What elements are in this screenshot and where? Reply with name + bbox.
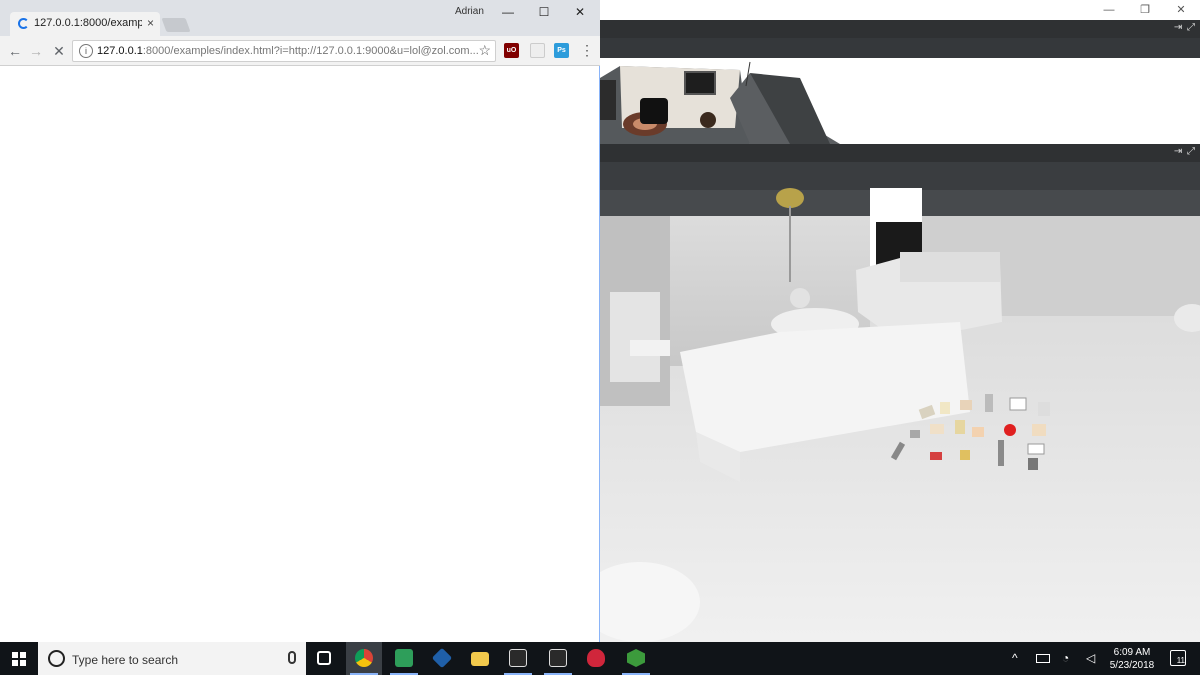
terminal-icon bbox=[549, 649, 567, 667]
tab-title: 127.0.0.1:8000/examples bbox=[34, 17, 142, 29]
top-viewport[interactable] bbox=[600, 58, 1200, 144]
volume-icon[interactable]: ◁ bbox=[1086, 651, 1095, 665]
robot-app-icon bbox=[395, 649, 413, 667]
panel-dock-icons[interactable]: ⇥ ⤢ bbox=[1174, 22, 1196, 33]
chrome-window: 127.0.0.1:8000/examples × Adrian — ☐ ✕ ←… bbox=[0, 0, 600, 642]
search-placeholder: Type here to search bbox=[72, 653, 179, 667]
taskbar: Type here to search ^ ◔ ◁ 6:09 AM 5/23/2… bbox=[0, 642, 1200, 675]
loading-spinner-icon bbox=[18, 18, 29, 29]
node-icon bbox=[627, 649, 645, 667]
ublock-extension-icon[interactable]: uO bbox=[504, 43, 519, 58]
url-host: 127.0.0.1 bbox=[97, 45, 143, 57]
windows-logo-icon bbox=[12, 652, 26, 666]
task-view-button[interactable] bbox=[306, 642, 342, 675]
top-panel-header bbox=[600, 38, 1200, 58]
main-viewport[interactable] bbox=[600, 162, 1200, 642]
blank-extension-icon[interactable] bbox=[530, 43, 545, 58]
taskbar-terminal-2[interactable] bbox=[540, 642, 576, 675]
chrome-icon bbox=[355, 649, 373, 667]
taskbar-clock[interactable]: 6:09 AM 5/23/2018 bbox=[1100, 646, 1164, 672]
start-button[interactable] bbox=[0, 642, 38, 675]
task-view-icon bbox=[317, 651, 331, 665]
back-button[interactable]: ← bbox=[6, 42, 24, 60]
bookmark-star-icon[interactable]: ☆ bbox=[478, 42, 491, 59]
taskbar-green-robot-app[interactable] bbox=[386, 642, 422, 675]
folder-icon bbox=[471, 652, 489, 666]
microphone-icon[interactable] bbox=[288, 651, 296, 664]
viewer-minimize-button[interactable]: — bbox=[1094, 2, 1124, 18]
profile-name[interactable]: Adrian bbox=[455, 6, 484, 17]
info-icon[interactable]: i bbox=[79, 44, 93, 58]
tray-overflow-chevron-icon[interactable]: ^ bbox=[1012, 651, 1018, 665]
chrome-close-button[interactable]: ✕ bbox=[568, 4, 592, 20]
stop-loading-button[interactable]: ✕ bbox=[50, 42, 68, 60]
depth-room-render bbox=[600, 162, 1200, 642]
url-text[interactable]: 127.0.0.1:8000/examples/index.html?i=htt… bbox=[97, 45, 479, 57]
top-panel-bar: ⇥ ⤢ bbox=[600, 20, 1200, 38]
cortana-icon bbox=[48, 650, 65, 667]
address-bar[interactable]: i 127.0.0.1:8000/examples/index.html?i=h… bbox=[72, 40, 496, 62]
viewer-window: — ❐ ✕ ⇥ ⤢ ⇥ ⤢ bbox=[600, 0, 1200, 642]
ps-extension-icon[interactable]: Ps bbox=[554, 43, 569, 58]
viewer-maximize-button[interactable]: ❐ bbox=[1130, 2, 1160, 18]
red-app-icon bbox=[587, 649, 605, 667]
new-tab-button[interactable] bbox=[161, 18, 191, 32]
taskbar-chrome[interactable] bbox=[346, 642, 382, 675]
action-center-icon[interactable]: 11 bbox=[1170, 650, 1186, 666]
chrome-maximize-button[interactable]: ☐ bbox=[532, 4, 556, 20]
chrome-minimize-button[interactable]: — bbox=[496, 4, 520, 20]
forward-button[interactable]: → bbox=[27, 42, 45, 60]
page-content[interactable] bbox=[0, 67, 599, 642]
taskbar-node-app[interactable] bbox=[618, 642, 654, 675]
taskbar-search-box[interactable]: Type here to search bbox=[38, 642, 306, 675]
taskbar-virtualbox[interactable] bbox=[424, 642, 460, 675]
tab-close-icon[interactable]: × bbox=[147, 16, 154, 30]
top-room-render bbox=[600, 58, 1200, 144]
taskbar-terminal-1[interactable] bbox=[500, 642, 536, 675]
clock-time: 6:09 AM bbox=[1113, 647, 1151, 658]
taskbar-red-app[interactable] bbox=[578, 642, 614, 675]
main-panel-dock-icons[interactable]: ⇥ ⤢ bbox=[1174, 146, 1196, 157]
clock-date: 5/23/2018 bbox=[1109, 660, 1155, 671]
taskbar-file-explorer[interactable] bbox=[462, 642, 498, 675]
main-panel-bar: ⇥ ⤢ bbox=[600, 144, 1200, 162]
virtualbox-icon bbox=[431, 647, 453, 669]
terminal-icon bbox=[509, 649, 527, 667]
chrome-menu-icon[interactable]: ⋮ bbox=[580, 42, 594, 59]
url-path: :8000/examples/index.html?i=http://127.0… bbox=[142, 45, 479, 57]
viewer-close-button[interactable]: ✕ bbox=[1166, 2, 1196, 18]
viewer-titlebar: — ❐ ✕ bbox=[600, 0, 1200, 20]
wifi-icon[interactable]: ◔ bbox=[1062, 651, 1069, 665]
chrome-titlebar: 127.0.0.1:8000/examples × Adrian — ☐ ✕ bbox=[0, 0, 600, 36]
browser-tab[interactable]: 127.0.0.1:8000/examples × bbox=[10, 12, 160, 36]
battery-icon[interactable] bbox=[1036, 654, 1050, 663]
chrome-toolbar: ← → ✕ i 127.0.0.1:8000/examples/index.ht… bbox=[0, 36, 600, 66]
